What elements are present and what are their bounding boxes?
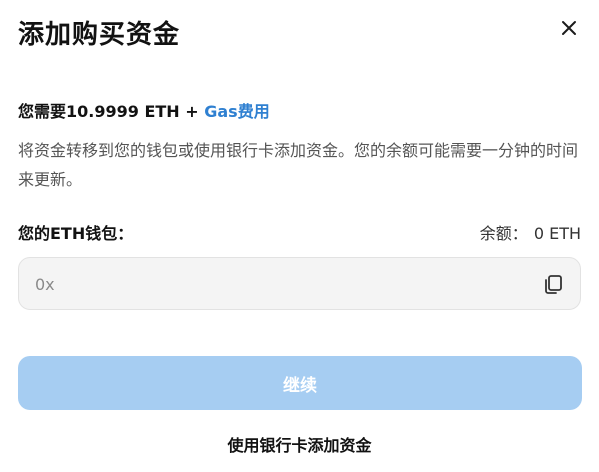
modal-title: 添加购买资金 [18, 20, 181, 50]
required-amount: 10.9999 ETH [66, 102, 180, 121]
copy-icon [545, 275, 562, 294]
gas-fee-link[interactable]: Gas费用 [204, 102, 269, 121]
required-amount-line: 您需要10.9999 ETH + Gas费用 [18, 98, 270, 122]
balance-value: 0 ETH [533, 224, 581, 243]
add-funds-modal: 添加购买资金 您需要10.9999 ETH + Gas费用 将资金转移到您的钱包… [0, 0, 599, 472]
wallet-address-field [18, 257, 581, 311]
close-button[interactable] [557, 16, 581, 40]
wallet-label: 您的ETH钱包： [18, 224, 134, 243]
add-funds-with-card-link[interactable]: 使用银行卡添加资金 [0, 432, 599, 456]
continue-button[interactable]: 继续 [18, 356, 582, 410]
copy-address-button[interactable] [542, 273, 564, 295]
balance-label: 余额： [479, 224, 528, 243]
balance-display: 余额： 0 ETH [480, 220, 581, 244]
close-icon [562, 21, 576, 35]
required-prefix: 您需要 [18, 102, 67, 121]
wallet-address-input[interactable] [33, 258, 537, 311]
description-text: 将资金转移到您的钱包或使用银行卡添加资金。您的余额可能需要一分钟的时间来更新。 [18, 141, 579, 189]
plus-sign: + [179, 102, 205, 121]
